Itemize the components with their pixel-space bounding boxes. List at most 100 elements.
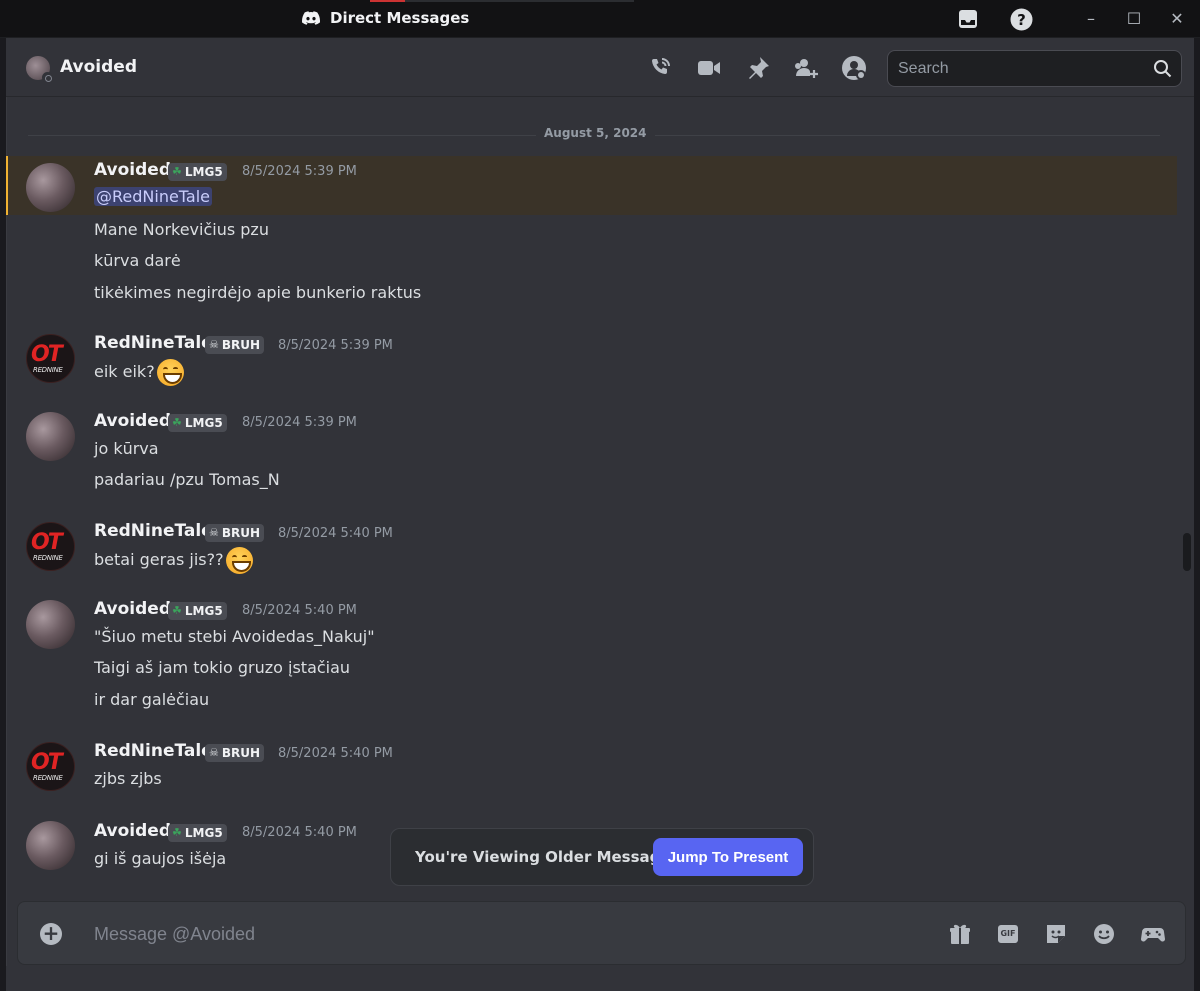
message-group[interactable]: OT REDNINE RedNineTale ☠ BRUH 8/5/2024 5… xyxy=(6,517,1177,577)
leaf-icon: ☘ xyxy=(172,165,182,178)
message-timestamp: 8/5/2024 5:40 PM xyxy=(242,825,357,840)
gif-picker-button[interactable]: GIF xyxy=(998,925,1018,943)
avatar-logo-subtext: REDNINE xyxy=(33,366,63,374)
search-box[interactable] xyxy=(887,50,1182,87)
sticker-icon[interactable] xyxy=(1043,921,1069,947)
message-input[interactable] xyxy=(94,916,894,952)
message-composer: + GIF xyxy=(17,901,1186,965)
phone-call-icon[interactable] xyxy=(647,55,673,81)
add-friend-icon[interactable] xyxy=(793,55,819,81)
search-icon[interactable] xyxy=(1153,59,1172,78)
user-tag-label: LMG5 xyxy=(184,826,223,840)
date-divider-label: August 5, 2024 xyxy=(536,126,655,140)
inbox-icon[interactable] xyxy=(957,8,979,30)
avatar-logo-text: OT xyxy=(31,530,63,555)
avatar[interactable] xyxy=(26,821,75,870)
message-line: "Šiuo metu stebi Avoidedas_Nakuj" xyxy=(94,627,375,646)
minimize-button[interactable]: – xyxy=(1077,6,1105,32)
avatar[interactable]: OT REDNINE xyxy=(26,334,75,383)
message-author[interactable]: Avoided xyxy=(94,411,171,431)
bottom-padding xyxy=(6,966,1194,991)
message-timestamp: 8/5/2024 5:39 PM xyxy=(242,415,357,430)
user-tag-label: LMG5 xyxy=(184,165,223,179)
header-avatar[interactable] xyxy=(26,56,53,83)
user-tag[interactable]: ☘ LMG5 xyxy=(168,163,227,181)
message-timestamp: 8/5/2024 5:39 PM xyxy=(242,164,357,179)
message-group[interactable]: Avoided ☘ LMG5 8/5/2024 5:39 PM @RedNine… xyxy=(6,156,1177,215)
scrollbar[interactable] xyxy=(1183,97,1191,900)
user-tag-label: BRUH xyxy=(221,526,261,540)
user-profile-icon[interactable] xyxy=(841,55,867,81)
user-tag[interactable]: ☠ BRUH xyxy=(205,524,265,542)
message-timestamp: 8/5/2024 5:40 PM xyxy=(278,526,393,541)
svg-text:?: ? xyxy=(1017,11,1026,29)
help-icon[interactable]: ? xyxy=(1010,8,1033,31)
older-messages-text: You're Viewing Older Messages xyxy=(415,848,680,866)
avatar[interactable]: OT REDNINE xyxy=(26,742,75,791)
message-author[interactable]: Avoided xyxy=(94,599,171,619)
leaf-icon: ☘ xyxy=(172,416,182,429)
message-line: betai geras jis?? xyxy=(94,547,253,574)
message-line: Taigi aš jam tokio gruzo įstačiau xyxy=(94,658,351,677)
search-input[interactable] xyxy=(888,51,1138,86)
jump-to-present-button[interactable]: Jump To Present xyxy=(653,838,803,876)
video-call-icon[interactable] xyxy=(696,55,722,81)
user-tag[interactable]: ☠ BRUH xyxy=(205,336,265,354)
window-title: Direct Messages xyxy=(302,9,469,27)
skull-icon: ☠ xyxy=(209,746,219,759)
message-group[interactable]: Avoided ☘ LMG5 8/5/2024 5:40 PM "Šiuo me… xyxy=(6,595,1177,715)
avatar[interactable] xyxy=(26,163,75,212)
message-line: padariau /pzu Tomas_N xyxy=(94,470,280,489)
message-line: @RedNineTale xyxy=(94,187,213,206)
maximize-button[interactable]: ☐ xyxy=(1120,6,1148,32)
window-title-text: Direct Messages xyxy=(330,9,470,27)
message-line: kūrva darė xyxy=(94,251,181,270)
discord-logo-icon xyxy=(302,11,320,25)
avatar-logo-subtext: REDNINE xyxy=(33,774,63,782)
user-tag-label: LMG5 xyxy=(184,416,223,430)
emoji-picker-icon[interactable] xyxy=(1091,921,1117,947)
pin-icon[interactable] xyxy=(745,55,771,81)
message-author[interactable]: Avoided xyxy=(94,821,171,841)
header-username[interactable]: Avoided xyxy=(60,57,137,77)
activities-gamepad-icon[interactable] xyxy=(1140,921,1166,947)
close-button[interactable]: ✕ xyxy=(1163,6,1191,32)
message-author[interactable]: RedNineTale xyxy=(94,333,213,353)
message-author[interactable]: RedNineTale xyxy=(94,521,213,541)
user-tag[interactable]: ☘ LMG5 xyxy=(168,824,227,842)
avatar-logo-subtext: REDNINE xyxy=(33,554,63,562)
avatar[interactable] xyxy=(26,412,75,461)
user-tag[interactable]: ☘ LMG5 xyxy=(168,414,227,432)
gift-icon[interactable] xyxy=(947,921,973,947)
message-text: betai geras jis?? xyxy=(94,550,224,569)
user-tag-label: LMG5 xyxy=(184,604,223,618)
grinning-emoji-icon xyxy=(156,359,184,386)
message-text: eik eik? xyxy=(94,362,155,381)
leaf-icon: ☘ xyxy=(172,604,182,617)
avatar[interactable]: OT REDNINE xyxy=(26,522,75,571)
message-timestamp: 8/5/2024 5:40 PM xyxy=(242,603,357,618)
user-mention[interactable]: @RedNineTale xyxy=(94,187,213,206)
date-divider: August 5, 2024 xyxy=(28,126,1160,140)
message-timestamp: 8/5/2024 5:40 PM xyxy=(278,746,393,761)
message-list[interactable]: August 5, 2024 Avoided ☘ LMG5 8/5/2024 5… xyxy=(6,97,1177,900)
user-tag[interactable]: ☘ LMG5 xyxy=(168,602,227,620)
message-line: zjbs zjbs xyxy=(94,769,162,788)
message-line: Mane Norkevičius pzu xyxy=(94,220,269,239)
message-group[interactable]: OT REDNINE RedNineTale ☠ BRUH 8/5/2024 5… xyxy=(6,737,1177,797)
message-group[interactable]: Avoided ☘ LMG5 8/5/2024 5:39 PM jo kūrva… xyxy=(6,407,1177,497)
message-group[interactable]: OT REDNINE RedNineTale ☠ BRUH 8/5/2024 5… xyxy=(6,329,1177,389)
message-line: ir dar galėčiau xyxy=(94,690,210,709)
user-tag-label: BRUH xyxy=(221,746,261,760)
title-bar-accent xyxy=(370,0,634,2)
title-bar: Direct Messages ? – ☐ ✕ xyxy=(0,0,1200,38)
message-line: jo kūrva xyxy=(94,439,159,458)
scrollbar-thumb[interactable] xyxy=(1183,533,1191,571)
user-tag-label: BRUH xyxy=(221,338,261,352)
add-attachment-icon[interactable]: + xyxy=(40,923,62,945)
avatar-logo-text: OT xyxy=(31,342,63,367)
avatar[interactable] xyxy=(26,600,75,649)
user-tag[interactable]: ☠ BRUH xyxy=(205,744,265,762)
message-author[interactable]: Avoided xyxy=(94,160,171,180)
message-author[interactable]: RedNineTale xyxy=(94,741,213,761)
